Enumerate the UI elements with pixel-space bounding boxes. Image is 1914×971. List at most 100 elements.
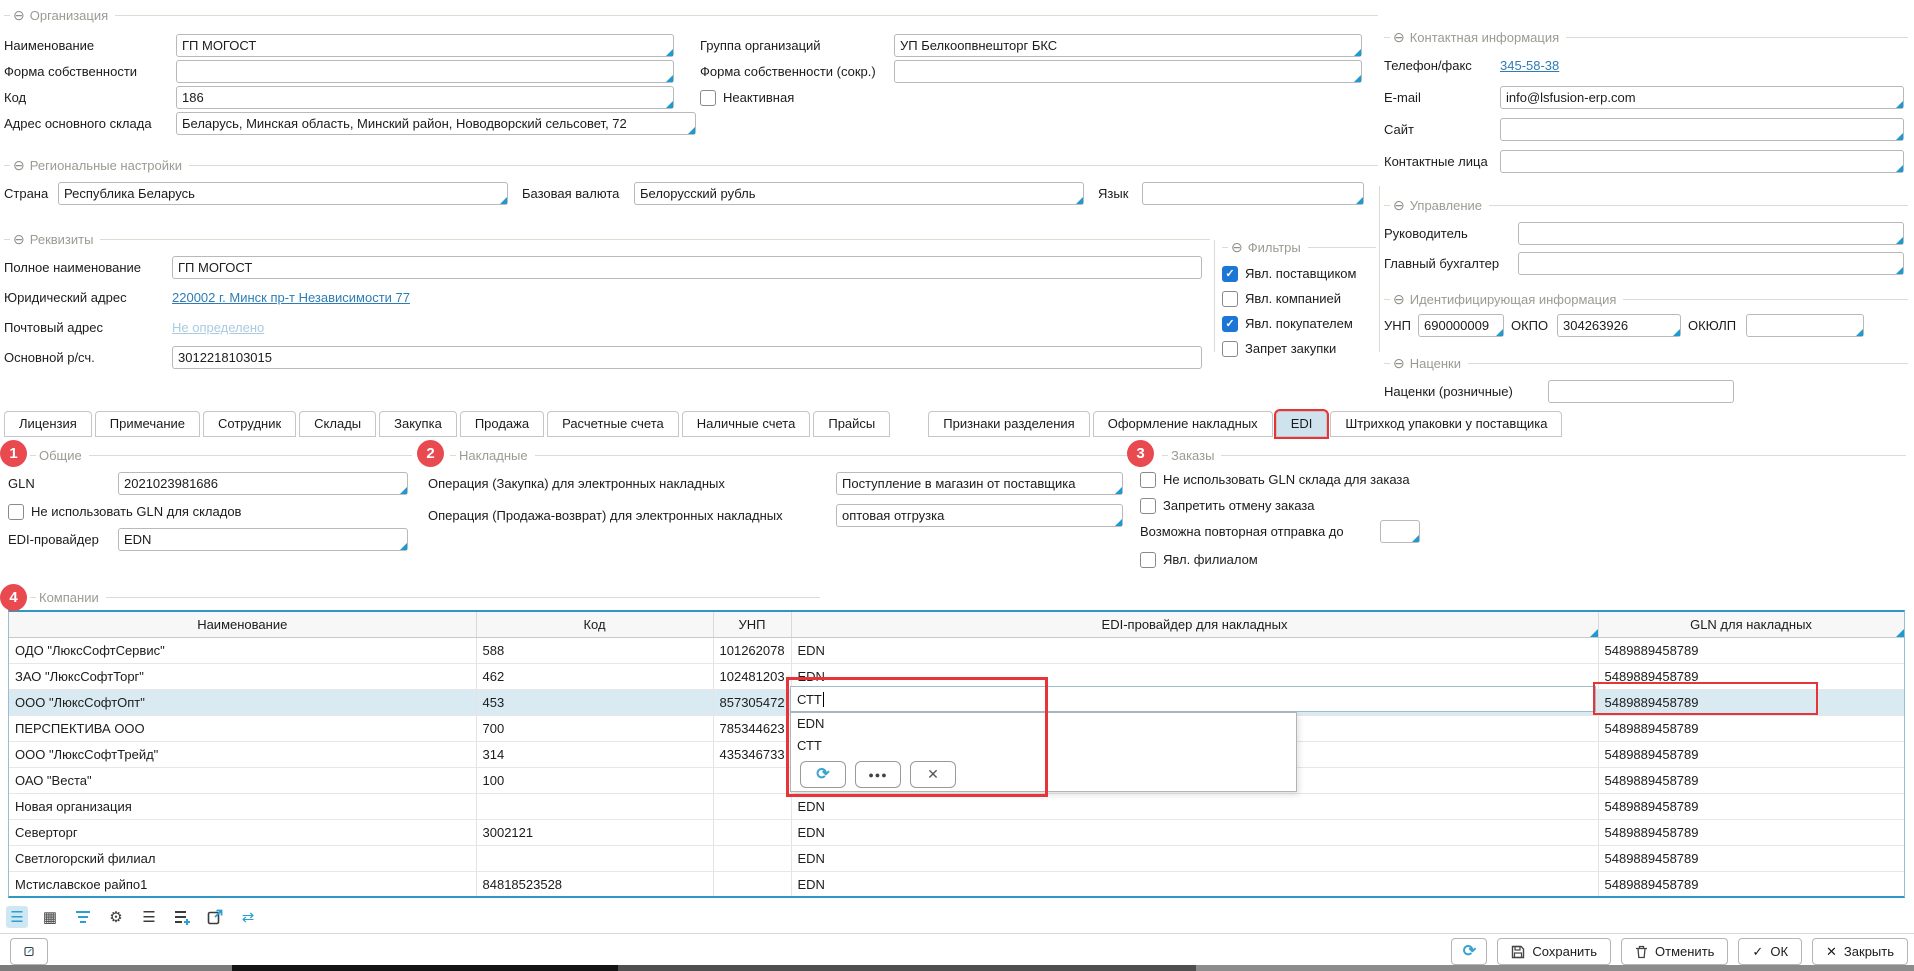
tab-Продажа[interactable]: Продажа — [460, 411, 544, 437]
edi-provider-cell-editor[interactable]: СТТ — [790, 686, 1596, 712]
cell-code[interactable]: 84818523528 — [476, 872, 713, 898]
checkbox-box[interactable] — [1140, 472, 1156, 488]
cell-gln[interactable]: 5489889458789 — [1598, 820, 1904, 846]
collapse-icon[interactable]: ⊖ — [1393, 198, 1405, 212]
full-name-field[interactable] — [172, 256, 1202, 279]
ownership-short-field[interactable] — [894, 60, 1362, 83]
cell-unp[interactable]: 857305472 — [713, 690, 791, 716]
contact-persons-input[interactable] — [1500, 150, 1904, 173]
cell-unp[interactable] — [713, 846, 791, 872]
ownership-field[interactable] — [176, 60, 674, 83]
cell-unp[interactable] — [713, 872, 791, 898]
forbid-cancel-checkbox[interactable]: Запретить отмену заказа — [1140, 498, 1315, 514]
col-header-unp[interactable]: УНП — [713, 612, 791, 638]
language-field[interactable] — [1142, 182, 1364, 205]
company-checkbox[interactable]: Явл. компанией — [1222, 291, 1341, 307]
collapse-icon[interactable]: ⊖ — [1231, 240, 1243, 254]
code-input[interactable] — [176, 86, 674, 109]
cell-unp[interactable] — [713, 820, 791, 846]
email-input[interactable] — [1500, 86, 1904, 109]
cell-name[interactable]: ЗАО "ЛюксСофтТорг" — [9, 664, 476, 690]
resend-until-field[interactable] — [1380, 520, 1420, 543]
col-header-code[interactable]: Код — [476, 612, 713, 638]
unp-input[interactable] — [1418, 314, 1504, 337]
tab-Оформление накладных[interactable]: Оформление накладных — [1093, 411, 1273, 437]
cell-gln[interactable]: 5489889458789 — [1598, 768, 1904, 794]
supplier-checkbox[interactable]: Явл. поставщиком — [1222, 266, 1356, 282]
collapse-icon[interactable]: ⊖ — [1393, 356, 1405, 370]
code-field[interactable] — [176, 86, 674, 109]
cell-gln[interactable]: 5489889458789 — [1598, 690, 1904, 716]
table-row[interactable]: Светлогорский филиалEDN5489889458789 — [9, 846, 1904, 872]
dropdown-option[interactable]: EDN — [791, 713, 1296, 735]
table-row[interactable]: ОДО "ЛюксСофтСервис"588101262078EDN54898… — [9, 638, 1904, 664]
col-header-edi-provider[interactable]: EDI-провайдер для накладных — [791, 612, 1598, 638]
cell-name[interactable]: ОДО "ЛюксСофтСервис" — [9, 638, 476, 664]
filter-icon[interactable] — [72, 906, 94, 928]
tab-Наличные счета[interactable]: Наличные счета — [682, 411, 811, 437]
collapse-icon[interactable]: ⊖ — [13, 232, 25, 246]
retail-markup-input[interactable] — [1548, 380, 1734, 403]
refresh-button[interactable]: ⟳ — [800, 761, 846, 788]
cell-unp[interactable] — [713, 898, 791, 899]
open-in-editor-button[interactable] — [10, 938, 48, 965]
checkbox-box[interactable] — [8, 504, 24, 520]
cell-name[interactable]: ООО "ЛюксСофтОпт" — [9, 690, 476, 716]
cell-name[interactable]: ООО "ЛюксСофтТрейд" — [9, 742, 476, 768]
more-options-button[interactable]: ●●● — [855, 761, 901, 788]
org-group-input[interactable] — [894, 34, 1362, 57]
table-row[interactable]: Новая организацияEDN5489889458789 — [9, 794, 1904, 820]
cycle-refresh-icon[interactable]: ⇄ — [237, 906, 259, 928]
dropdown-option[interactable]: СТТ — [791, 735, 1296, 757]
cell-code[interactable] — [476, 846, 713, 872]
gln-field[interactable] — [118, 472, 408, 495]
tab-Закупка[interactable]: Закупка — [379, 411, 457, 437]
okulp-input[interactable] — [1746, 314, 1864, 337]
collapse-icon[interactable]: ⊖ — [13, 8, 25, 22]
customer-checkbox[interactable]: Явл. покупателем — [1222, 316, 1353, 332]
name-input[interactable] — [176, 34, 674, 57]
okpo-field[interactable] — [1557, 314, 1681, 337]
legal-address-link[interactable]: 220002 г. Минск пр-т Независимости 77 — [172, 290, 410, 305]
settings-gear-icon[interactable]: ⚙ — [105, 906, 127, 928]
name-field[interactable] — [176, 34, 674, 57]
resend-until-input[interactable] — [1380, 520, 1420, 543]
cell-unp[interactable]: 101262078 — [713, 638, 791, 664]
cell-code[interactable] — [476, 898, 713, 899]
checkbox-box[interactable] — [1222, 341, 1238, 357]
tab-Признаки разделения[interactable]: Признаки разделения — [928, 411, 1089, 437]
cell-name[interactable]: Мстиславское райпо1 — [9, 872, 476, 898]
cell-gln[interactable]: 5489889458789 — [1598, 794, 1904, 820]
group-tree-icon[interactable]: ☰ — [6, 906, 28, 928]
cell-code[interactable]: 314 — [476, 742, 713, 768]
sale-return-op-field[interactable] — [836, 504, 1123, 527]
edi-provider-field[interactable] — [118, 528, 408, 551]
ownership-short-input[interactable] — [894, 60, 1362, 83]
cell-name[interactable]: ОАО "Веста" — [9, 768, 476, 794]
cell-gln[interactable]: 5489889458789 — [1598, 898, 1904, 899]
checkbox-box[interactable] — [700, 90, 716, 106]
unp-field[interactable] — [1418, 314, 1504, 337]
purchase-ban-checkbox[interactable]: Запрет закупки — [1222, 341, 1336, 357]
cell-code[interactable]: 700 — [476, 716, 713, 742]
cell-gln[interactable]: 5489889458789 — [1598, 716, 1904, 742]
collapse-icon[interactable]: ⊖ — [13, 158, 25, 172]
table-row[interactable]: Северторг3002121EDN5489889458789 — [9, 820, 1904, 846]
accountant-field[interactable] — [1518, 252, 1904, 275]
grid-view-icon[interactable]: ▦ — [39, 906, 61, 928]
email-field[interactable] — [1500, 86, 1904, 109]
cell-code[interactable]: 462 — [476, 664, 713, 690]
okpo-input[interactable] — [1557, 314, 1681, 337]
tab-Штрихкод упаковки у поставщика[interactable]: Штрихкод упаковки у поставщика — [1330, 411, 1562, 437]
table-row[interactable]: Мстиславское райпо184818523528EDN5489889… — [9, 872, 1904, 898]
postal-address-link[interactable]: Не определено — [172, 320, 264, 335]
cell-gln[interactable]: 5489889458789 — [1598, 742, 1904, 768]
cell-gln[interactable]: 5489889458789 — [1598, 872, 1904, 898]
cell-code[interactable]: 453 — [476, 690, 713, 716]
inactive-checkbox[interactable]: Неактивная — [700, 90, 794, 106]
refresh-button[interactable]: ⟳ — [1451, 938, 1487, 965]
save-button[interactable]: Сохранить — [1497, 938, 1611, 965]
country-input[interactable] — [58, 182, 508, 205]
cell-code[interactable]: 3002121 — [476, 820, 713, 846]
cancel-button[interactable]: Отменить — [1621, 938, 1728, 965]
